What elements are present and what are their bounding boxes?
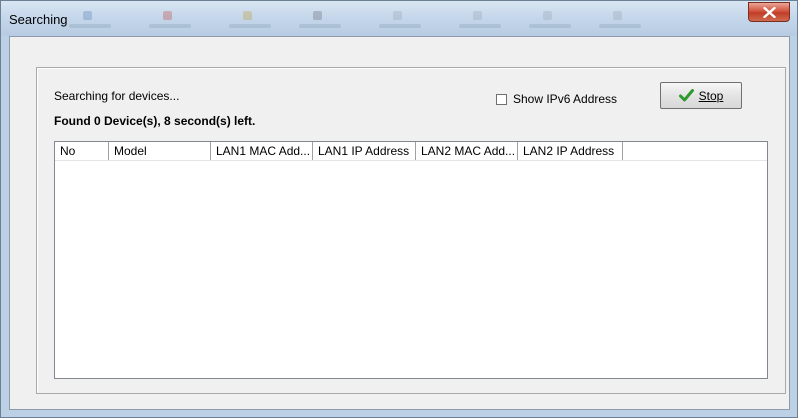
search-status-text: Searching for devices... bbox=[54, 89, 180, 103]
background-toolbar-ghost bbox=[591, 9, 651, 33]
column-header-lan1-mac[interactable]: LAN1 MAC Add... bbox=[211, 142, 313, 160]
checkbox-box[interactable] bbox=[496, 93, 507, 105]
window-title: Searching bbox=[9, 12, 68, 27]
column-header-lan1-ip[interactable]: LAN1 IP Address bbox=[313, 142, 416, 160]
background-toolbar-ghost bbox=[371, 9, 431, 33]
column-header-lan2-ip[interactable]: LAN2 IP Address bbox=[518, 142, 623, 160]
stop-button[interactable]: Stop bbox=[660, 82, 742, 109]
checkmark-icon bbox=[678, 89, 694, 102]
column-header-model[interactable]: Model bbox=[109, 142, 211, 160]
show-ipv6-label: Show IPv6 Address bbox=[513, 92, 618, 106]
background-toolbar-ghost bbox=[451, 9, 511, 33]
search-group-box: Searching for devices... Found 0 Device(… bbox=[36, 67, 786, 394]
stop-button-label: Stop bbox=[698, 88, 724, 103]
background-toolbar-ghost bbox=[291, 9, 351, 33]
title-bar[interactable]: Searching bbox=[1, 1, 797, 36]
dialog-client-area: Searching for devices... Found 0 Device(… bbox=[9, 36, 790, 410]
device-list-table[interactable]: No Model LAN1 MAC Add... LAN1 IP Address… bbox=[54, 141, 768, 379]
close-button[interactable] bbox=[748, 2, 790, 22]
column-header-lan2-mac[interactable]: LAN2 MAC Add... bbox=[416, 142, 518, 160]
background-toolbar-ghost bbox=[521, 9, 581, 33]
show-ipv6-checkbox[interactable]: Show IPv6 Address bbox=[496, 92, 617, 106]
close-x-icon bbox=[763, 7, 776, 18]
found-devices-text: Found 0 Device(s), 8 second(s) left. bbox=[54, 114, 256, 128]
column-header-no[interactable]: No bbox=[55, 142, 109, 160]
background-toolbar-ghost bbox=[141, 9, 201, 33]
background-toolbar-ghost bbox=[221, 9, 281, 33]
searching-dialog: Searching Searching for devices... Found… bbox=[0, 0, 798, 418]
background-toolbar-ghost bbox=[61, 9, 121, 33]
table-header: No Model LAN1 MAC Add... LAN1 IP Address… bbox=[55, 142, 767, 161]
